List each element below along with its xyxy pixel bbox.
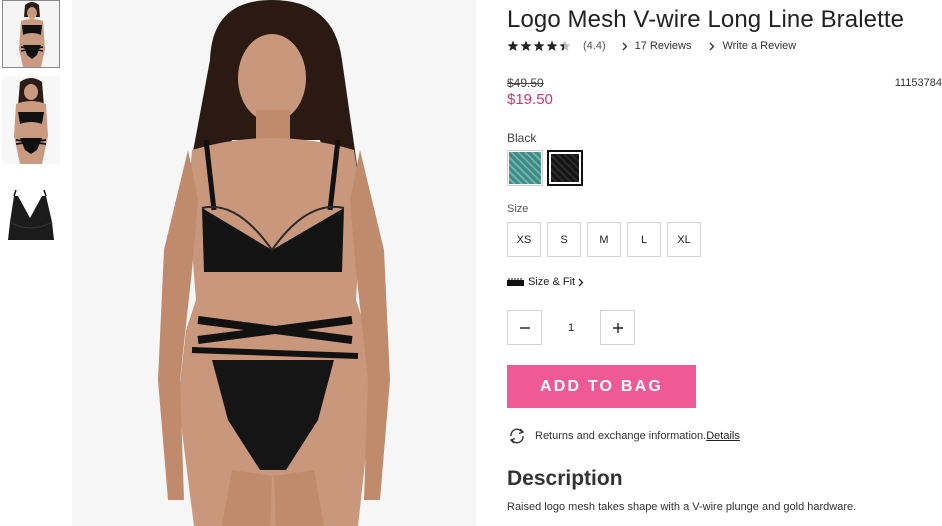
size-option-xl[interactable]: XL <box>667 222 701 257</box>
original-price: $49.50 <box>507 76 544 90</box>
decrease-quantity-button[interactable] <box>507 310 542 345</box>
size-label: Size <box>507 203 529 215</box>
size-fit-link[interactable]: Size & Fit <box>507 276 584 288</box>
color-swatch-teal-print[interactable] <box>507 150 543 186</box>
size-option-xs[interactable]: XS <box>507 222 541 257</box>
star-rating <box>507 40 573 52</box>
color-label: Black <box>507 131 537 145</box>
thumbnail-product[interactable] <box>2 188 60 248</box>
thumbnail-side[interactable] <box>2 76 60 164</box>
rating-value: (4.4) <box>583 40 606 52</box>
returns-details-link[interactable]: Details <box>706 430 740 442</box>
product-title: Logo Mesh V-wire Long Line Bralette <box>507 6 905 33</box>
product-sku: 11153784 <box>894 77 942 89</box>
size-option-s[interactable]: S <box>547 222 581 257</box>
returns-info: Returns and exchange information. Detail… <box>507 428 740 444</box>
add-to-bag-button[interactable]: ADD TO BAG <box>507 365 696 408</box>
description-heading: Description <box>507 467 623 490</box>
write-review-link[interactable]: Write a Review <box>709 40 796 52</box>
chevron-right-icon <box>622 42 628 50</box>
size-option-m[interactable]: M <box>587 222 621 257</box>
sale-price: $19.50 <box>507 91 553 108</box>
write-review-label: Write a Review <box>722 40 797 52</box>
color-swatch-black[interactable] <box>547 150 583 186</box>
plus-icon <box>612 322 623 333</box>
reviews-link[interactable]: 17 Reviews <box>622 40 692 52</box>
quantity-value[interactable]: 1 <box>542 322 600 334</box>
ruler-icon <box>507 278 524 286</box>
product-main-image[interactable] <box>72 0 476 526</box>
size-options: XS S M L XL <box>507 222 701 257</box>
reviews-link-label: 17 Reviews <box>634 40 692 52</box>
returns-text: Returns and exchange information. <box>535 430 707 442</box>
chevron-right-icon <box>710 42 715 50</box>
quantity-stepper: 1 <box>507 310 635 345</box>
minus-icon <box>519 326 530 329</box>
chevron-right-icon <box>578 278 584 286</box>
exchange-icon <box>509 428 525 444</box>
rating-row: (4.4) 17 Reviews Write a Review <box>507 39 796 53</box>
description-text: Raised logo mesh takes shape with a V-wi… <box>507 501 857 513</box>
thumbnail-front[interactable] <box>2 0 60 68</box>
size-option-l[interactable]: L <box>627 222 661 257</box>
size-fit-label: Size & Fit <box>528 276 576 288</box>
increase-quantity-button[interactable] <box>600 310 635 345</box>
star-icon <box>507 40 571 51</box>
